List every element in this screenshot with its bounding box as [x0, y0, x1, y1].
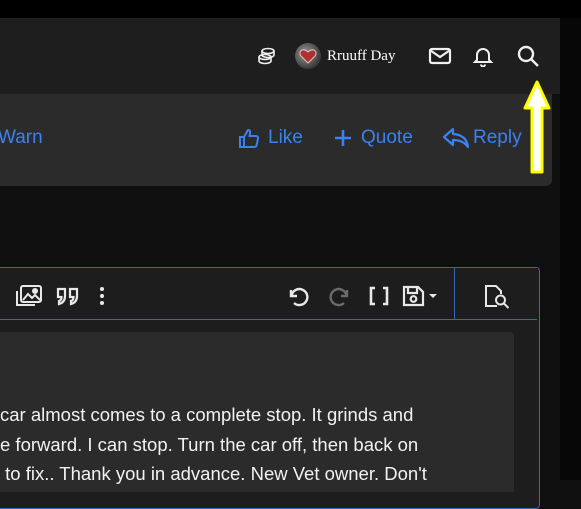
annotation-arrow-icon [523, 80, 551, 174]
warn-label: Warn [0, 127, 43, 148]
quote-label: Quote [361, 127, 413, 148]
quote-button[interactable]: Quote [333, 124, 413, 152]
warn-link[interactable]: Warn [0, 124, 43, 152]
user-name: Rruuff Day [327, 47, 396, 64]
bbcode-icon[interactable] [366, 282, 392, 310]
bell-icon[interactable] [470, 42, 496, 70]
text-line: car almost comes to a complete stop. It … [0, 404, 414, 425]
coins-icon[interactable] [254, 42, 280, 70]
drafts-icon[interactable] [400, 282, 440, 310]
page-right-edge [560, 18, 581, 480]
media-icon[interactable] [12, 282, 44, 310]
redo-icon[interactable] [326, 282, 354, 310]
more-options-icon[interactable] [94, 282, 110, 310]
window-top-bar [0, 0, 581, 18]
reply-label: Reply [473, 127, 522, 148]
envelope-icon[interactable] [426, 42, 454, 70]
toolbar-border [0, 319, 537, 320]
avatar [295, 43, 321, 69]
preview-icon[interactable] [481, 282, 513, 310]
reply-button[interactable]: Reply [442, 124, 522, 152]
thumbs-up-icon [239, 128, 260, 148]
text-line: to fix.. Thank you in advance. New Vet o… [0, 463, 427, 484]
text-line: e forward. I can stop. Turn the car off,… [0, 433, 419, 455]
reply-icon [442, 127, 470, 149]
message-text: car almost comes to a complete stop. It … [0, 400, 520, 489]
quote-icon[interactable] [54, 282, 82, 310]
user-menu[interactable]: Rruuff Day [295, 42, 395, 70]
plus-icon [335, 130, 351, 146]
undo-icon[interactable] [284, 282, 312, 310]
search-icon[interactable] [514, 42, 542, 70]
like-button[interactable]: Like [238, 124, 303, 152]
like-label: Like [268, 127, 303, 148]
toolbar-divider [454, 268, 455, 319]
